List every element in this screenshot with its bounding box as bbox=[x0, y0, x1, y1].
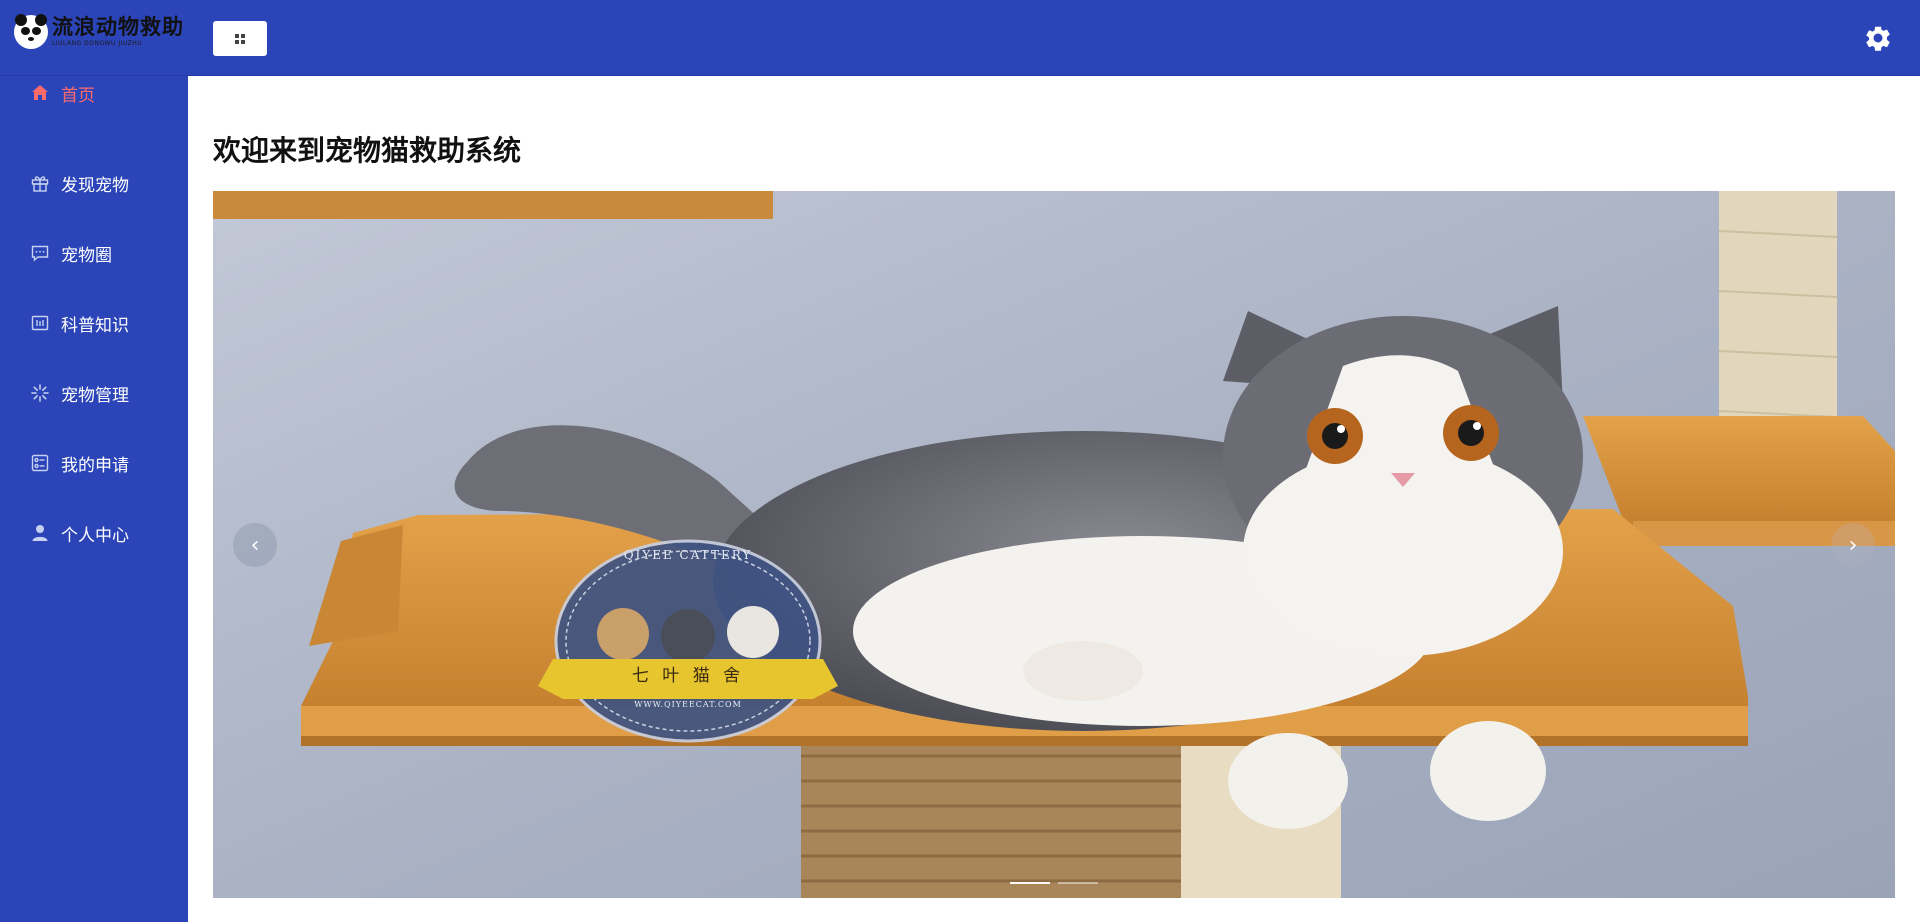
sidebar-item-label: 首页 bbox=[61, 85, 95, 106]
app-title: 流浪动物救助 bbox=[52, 15, 184, 39]
grid-icon bbox=[235, 33, 245, 44]
sidebar-item-label: 发现宠物 bbox=[61, 175, 129, 196]
sidebar-toggle-button[interactable] bbox=[213, 21, 267, 56]
sidebar-item-pet-management[interactable]: 宠物管理 bbox=[0, 358, 188, 428]
settings-button[interactable] bbox=[1862, 22, 1894, 54]
gift-icon bbox=[30, 173, 50, 193]
sidebar-item-label: 我的申请 bbox=[61, 455, 129, 476]
sidebar-item-label: 科普知识 bbox=[61, 315, 129, 336]
home-icon bbox=[30, 83, 50, 103]
panda-logo-icon bbox=[14, 14, 48, 49]
watermark-url-text: WWW.QIYEECAT.COM bbox=[634, 700, 742, 709]
image-carousel[interactable]: QIYEE CATTERY 七 叶 猫 舍 WWW.QIYEECAT.COM ‹… bbox=[213, 191, 1895, 898]
sidebar-item-label: 宠物管理 bbox=[61, 385, 129, 406]
carousel-indicator-2[interactable] bbox=[1058, 882, 1098, 884]
chat-icon bbox=[30, 243, 50, 263]
main-content: 欢迎来到宠物猫救助系统 QIYEE CATTERY 七 叶 猫 舍 WWW.QI… bbox=[188, 76, 1920, 922]
sidebar-item-personal-center[interactable]: 个人中心 bbox=[0, 498, 188, 568]
sidebar-item-label: 宠物圈 bbox=[61, 245, 112, 266]
gear-icon bbox=[1866, 26, 1890, 51]
sidebar-item-pet-circle[interactable]: 宠物圈 bbox=[0, 218, 188, 288]
sidebar: 首页 发现宠物 宠物圈 科普知识 宠物管理 我的申请 个人中心 bbox=[0, 76, 188, 922]
sidebar-item-home[interactable]: 首页 bbox=[0, 78, 188, 108]
carousel-prev-button[interactable]: ‹ bbox=[233, 523, 277, 567]
app-subtitle: LIULANG DONGWU JIUZHU bbox=[52, 40, 143, 47]
carousel-next-button[interactable]: › bbox=[1831, 523, 1875, 567]
page-title: 欢迎来到宠物猫救助系统 bbox=[213, 134, 522, 167]
sidebar-item-discover-pets[interactable]: 发现宠物 bbox=[0, 148, 188, 218]
watermark-top-text: QIYEE CATTERY bbox=[623, 548, 753, 562]
book-icon bbox=[30, 313, 50, 333]
sidebar-item-my-applications[interactable]: 我的申请 bbox=[0, 428, 188, 498]
form-icon bbox=[30, 453, 50, 473]
app-logo[interactable]: 流浪动物救助 LIULANG DONGWU JIUZHU bbox=[14, 12, 184, 52]
carousel-indicator-1[interactable] bbox=[1010, 882, 1050, 884]
carousel-slide-image bbox=[213, 191, 1895, 898]
chevron-left-icon: ‹ bbox=[250, 532, 260, 558]
chevron-right-icon: › bbox=[1848, 532, 1858, 558]
top-navbar: 流浪动物救助 LIULANG DONGWU JIUZHU bbox=[0, 0, 1920, 76]
sidebar-item-knowledge[interactable]: 科普知识 bbox=[0, 288, 188, 358]
carousel-indicators bbox=[213, 882, 1895, 884]
sidebar-item-label: 个人中心 bbox=[61, 525, 129, 546]
watermark-banner-text: 七 叶 猫 舍 bbox=[631, 666, 745, 686]
user-icon bbox=[30, 523, 50, 543]
loading-icon bbox=[30, 383, 50, 403]
